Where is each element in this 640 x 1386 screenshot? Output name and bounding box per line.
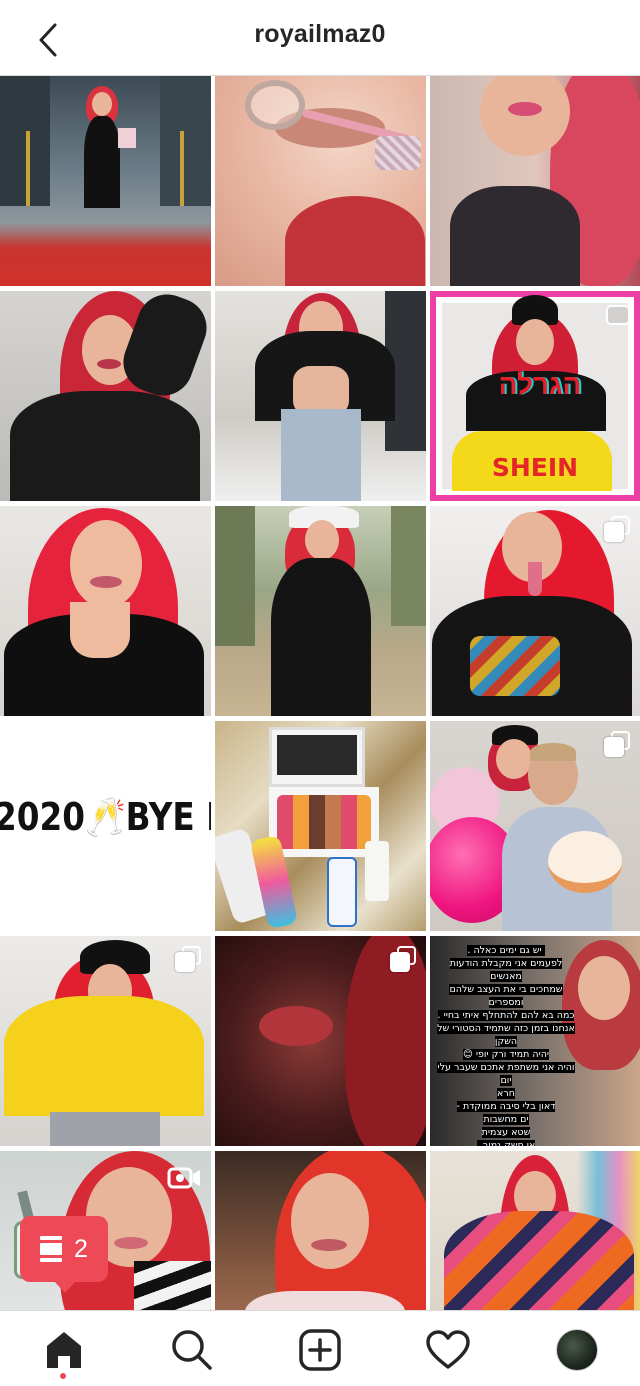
badge-count: 2	[74, 1234, 88, 1263]
grid-post[interactable]	[0, 506, 211, 716]
igtv-icon	[606, 305, 630, 325]
bye-text: 2020🥂BYE BITC	[0, 795, 211, 839]
home-icon	[47, 1332, 81, 1368]
grid-post[interactable]	[215, 506, 426, 716]
tab-home[interactable]	[41, 1327, 87, 1373]
grid-post[interactable]	[0, 936, 211, 1146]
shein-label: SHEIN	[491, 453, 579, 482]
tab-new-post[interactable]	[297, 1327, 343, 1373]
grid-post[interactable]	[0, 76, 211, 286]
post-notification-badge[interactable]: 2	[20, 1216, 108, 1293]
grid-post[interactable]	[430, 506, 640, 716]
grid-post[interactable]	[215, 936, 426, 1146]
bottom-tab-bar	[0, 1310, 640, 1386]
new-post-icon	[299, 1329, 341, 1371]
grid-post[interactable]	[215, 291, 426, 501]
grid-post[interactable]: 2020🥂BYE BITC	[0, 721, 211, 931]
stack-icon	[604, 516, 630, 542]
active-tab-indicator	[60, 1373, 66, 1379]
search-icon	[172, 1330, 212, 1370]
grid-post[interactable]	[0, 291, 211, 501]
story-text: יש גם ימים כאלה . לפעמים אני מקבלת הודעו…	[436, 944, 576, 1146]
tab-profile[interactable]	[554, 1327, 600, 1373]
grid-post[interactable]	[430, 76, 640, 286]
stack-icon	[40, 1236, 63, 1262]
grid-post[interactable]	[215, 721, 426, 931]
profile-username: royailmaz0	[254, 20, 386, 48]
top-bar: royailmaz0	[0, 0, 640, 76]
tab-search[interactable]	[169, 1327, 215, 1373]
grid-post[interactable]: הגרלה SHEIN	[430, 291, 640, 501]
grid-post[interactable]	[215, 76, 426, 286]
reel-icon	[167, 1167, 200, 1189]
heart-icon	[426, 1330, 470, 1369]
grid-post[interactable]: יש גם ימים כאלה . לפעמים אני מקבלת הודעו…	[430, 936, 640, 1146]
stack-icon	[390, 946, 416, 972]
stack-icon	[175, 946, 201, 972]
profile-avatar	[556, 1329, 598, 1371]
grid-post[interactable]	[430, 721, 640, 931]
stack-icon	[604, 731, 630, 757]
tab-activity[interactable]	[425, 1327, 471, 1373]
